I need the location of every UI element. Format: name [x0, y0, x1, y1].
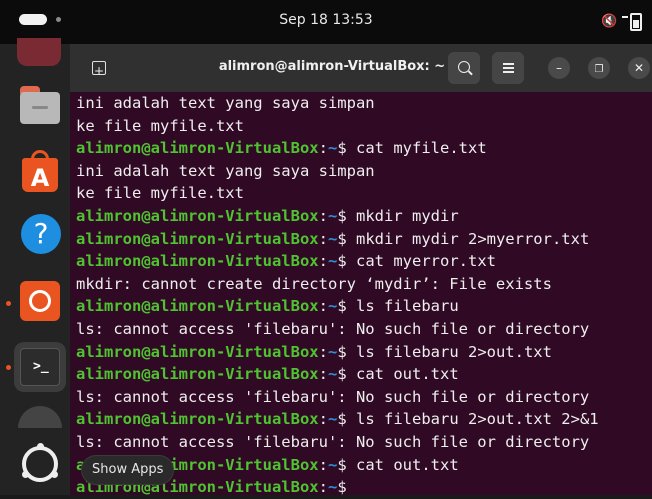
- maximize-button[interactable]: ❐: [588, 57, 610, 79]
- output-line: ls: cannot access 'filebaru': No such fi…: [76, 319, 590, 338]
- output-line: mkdir: cannot create directory ‘mydir’: …: [76, 274, 552, 293]
- command-line: alimron@alimron-VirtualBox:~$ cat myfile…: [76, 137, 652, 160]
- clock[interactable]: Sep 18 13:53: [0, 12, 652, 28]
- prompt-separator: :: [318, 410, 328, 429]
- prompt-separator: :: [318, 252, 328, 271]
- command-line: alimron@alimron-VirtualBox:~$ cat myerro…: [76, 250, 652, 273]
- close-button[interactable]: ✕: [628, 57, 650, 79]
- output-line: ke file myfile.txt: [76, 116, 244, 135]
- prompt-separator: :: [318, 342, 328, 361]
- battery-icon[interactable]: [630, 13, 642, 31]
- ubuntu-app-icon[interactable]: [16, 277, 64, 325]
- prompt-separator: :: [318, 206, 328, 225]
- dock-app-partial[interactable]: [17, 38, 61, 66]
- command-line: alimron@alimron-VirtualBox:~$ ls filebar…: [76, 408, 652, 431]
- show-apps-icon[interactable]: [16, 440, 64, 488]
- command-text: ls filebaru: [356, 297, 459, 316]
- command-line: alimron@alimron-VirtualBox:~$ cat out.tx…: [76, 363, 652, 386]
- search-button[interactable]: [448, 52, 480, 84]
- prompt-user: alimron@alimron-VirtualBox: [76, 342, 319, 361]
- running-indicator: [6, 301, 11, 306]
- hamburger-menu-icon: [503, 63, 514, 65]
- prompt-separator: :: [318, 297, 328, 316]
- output-line: ls: cannot access 'filebaru': No such fi…: [76, 432, 590, 451]
- running-indicator: [6, 365, 11, 370]
- command-text: mkdir mydir 2>myerror.txt: [356, 229, 590, 248]
- files-app-icon[interactable]: [16, 82, 64, 130]
- app-center-icon[interactable]: A: [16, 148, 64, 196]
- prompt-symbol: $: [337, 410, 356, 429]
- prompt-user: alimron@alimron-VirtualBox: [76, 139, 319, 158]
- header-bar: + alimron@alimron-VirtualBox: ~ – ❐ ✕: [70, 44, 652, 92]
- prompt-user: alimron@alimron-VirtualBox: [76, 297, 319, 316]
- terminal-output[interactable]: ini adalah text yang saya simpan ke file …: [76, 92, 652, 499]
- prompt-symbol: $: [337, 139, 356, 158]
- prompt-user: alimron@alimron-VirtualBox: [76, 410, 319, 429]
- trash-app-icon[interactable]: [18, 406, 62, 428]
- close-icon: ✕: [633, 61, 645, 75]
- dock: A ? >_: [0, 38, 70, 495]
- prompt-separator: :: [318, 139, 328, 158]
- terminal-app-icon[interactable]: >_: [14, 342, 66, 392]
- prompt-path: ~: [327, 206, 338, 225]
- command-line: alimron@alimron-VirtualBox:~$ mkdir mydi…: [76, 205, 652, 228]
- prompt-symbol: $: [337, 455, 356, 474]
- command-text: mkdir mydir: [356, 206, 459, 225]
- command-text: cat myfile.txt: [356, 139, 487, 158]
- top-bar: Sep 18 13:53 🔇: [0, 0, 652, 44]
- output-line: ini adalah text yang saya simpan: [76, 94, 375, 112]
- prompt-path: ~: [327, 478, 338, 497]
- prompt-path: ~: [327, 342, 338, 361]
- prompt-separator: :: [318, 478, 328, 497]
- prompt-symbol: $: [337, 229, 356, 248]
- command-line: alimron@alimron-VirtualBox:~$ mkdir mydi…: [76, 228, 652, 251]
- prompt-symbol: $: [337, 297, 356, 316]
- command-line: alimron@alimron-VirtualBox:~$ ls filebar…: [76, 295, 652, 318]
- prompt-user: alimron@alimron-VirtualBox: [76, 206, 319, 225]
- help-app-icon[interactable]: ?: [16, 210, 64, 258]
- output-line: ini adalah text yang saya simpan: [76, 161, 375, 180]
- window-title: alimron@alimron-VirtualBox: ~: [218, 59, 446, 74]
- minimize-button[interactable]: –: [548, 57, 570, 79]
- prompt-user: alimron@alimron-VirtualBox: [76, 365, 319, 384]
- prompt-symbol: $: [337, 206, 356, 225]
- command-text: ls filebaru 2>out.txt: [356, 342, 552, 361]
- output-line: ke file myfile.txt: [76, 184, 244, 203]
- prompt-user: alimron@alimron-VirtualBox: [76, 252, 319, 271]
- prompt-separator: :: [318, 365, 328, 384]
- show-apps-tooltip: Show Apps: [82, 456, 174, 484]
- prompt-separator: :: [318, 455, 328, 474]
- prompt-symbol: $: [337, 478, 356, 497]
- prompt-path: ~: [327, 455, 338, 474]
- prompt-path: ~: [327, 410, 338, 429]
- command-text: cat myerror.txt: [356, 252, 496, 271]
- terminal-window: + alimron@alimron-VirtualBox: ~ – ❐ ✕ in…: [70, 44, 652, 496]
- prompt-path: ~: [327, 365, 338, 384]
- prompt-symbol: $: [337, 365, 356, 384]
- new-tab-button[interactable]: +: [86, 56, 112, 80]
- prompt-user: alimron@alimron-VirtualBox: [76, 229, 319, 248]
- prompt-path: ~: [327, 297, 338, 316]
- command-line: alimron@alimron-VirtualBox:~$ ls filebar…: [76, 341, 652, 364]
- battery-plug-icon: [622, 16, 628, 18]
- command-text: ls filebaru 2>out.txt 2>&1: [356, 410, 599, 429]
- prompt-path: ~: [327, 139, 338, 158]
- prompt-path: ~: [327, 252, 338, 271]
- sound-muted-icon[interactable]: 🔇: [601, 14, 617, 29]
- prompt-symbol: $: [337, 252, 356, 271]
- minimize-icon: –: [556, 61, 562, 75]
- prompt-separator: :: [318, 229, 328, 248]
- menu-button[interactable]: [492, 52, 524, 84]
- prompt-symbol: $: [337, 342, 356, 361]
- command-text: cat out.txt: [356, 365, 459, 384]
- maximize-icon: ❐: [594, 64, 604, 75]
- command-text: cat out.txt: [356, 455, 459, 474]
- prompt-path: ~: [327, 229, 338, 248]
- output-line: ls: cannot access 'filebaru': No such fi…: [76, 387, 590, 406]
